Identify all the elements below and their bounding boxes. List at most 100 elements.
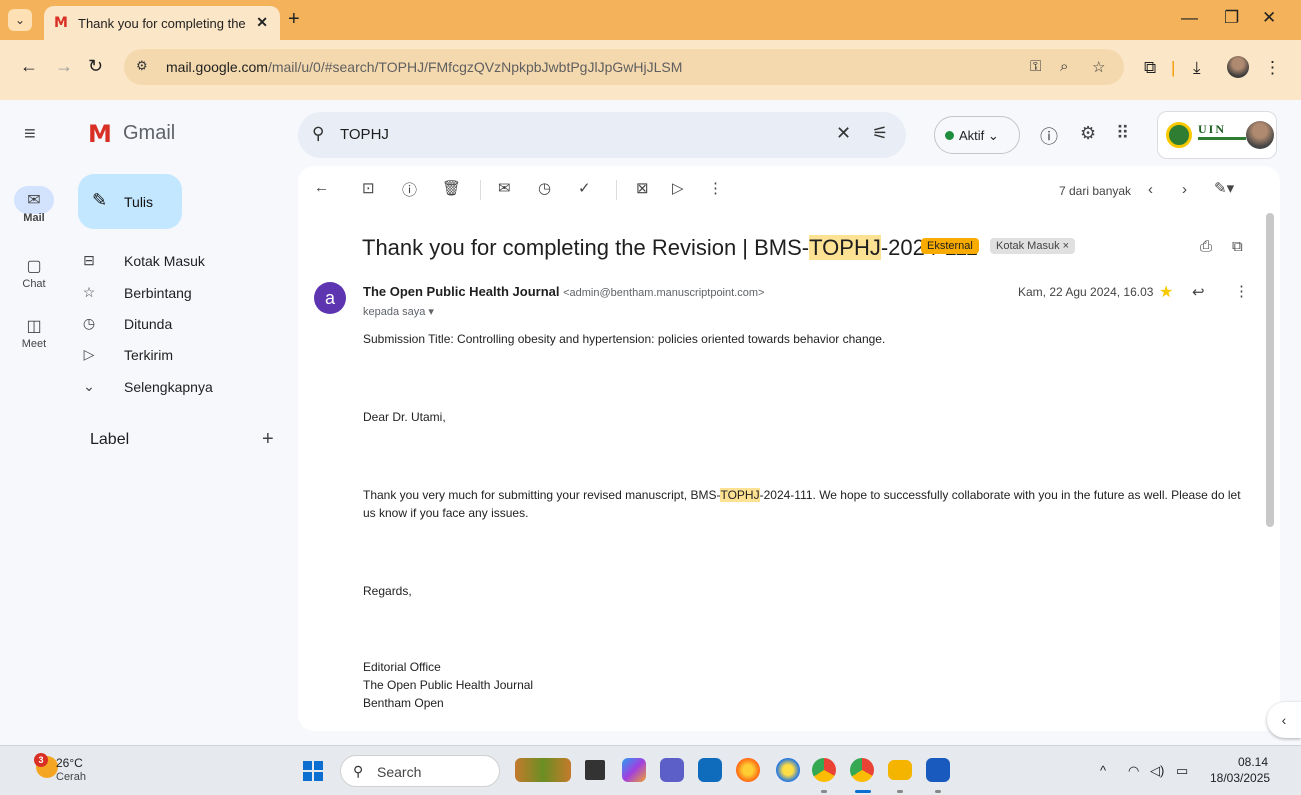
zoom-icon[interactable]: ⌕ bbox=[1060, 58, 1068, 75]
taskbar-search[interactable]: ⚲ Search bbox=[340, 755, 500, 787]
apps-grid-icon[interactable]: ⠿ bbox=[1116, 123, 1129, 144]
search-options-icon[interactable]: ⚟ bbox=[872, 123, 888, 144]
teams-icon[interactable] bbox=[660, 758, 684, 782]
newer-icon[interactable]: ‹ bbox=[1148, 181, 1153, 198]
browser-toolbar: ← → ↻ ⚙ mail.google.com/mail/u/0/#search… bbox=[0, 40, 1301, 100]
reply-icon[interactable]: ↩ bbox=[1192, 283, 1205, 301]
tray-overflow-icon[interactable]: ^ bbox=[1100, 763, 1106, 778]
input-tools-icon[interactable]: ✎▾ bbox=[1214, 179, 1234, 197]
rail-mail[interactable]: ✉ Mail bbox=[12, 190, 56, 224]
gmail-logo-icon[interactable]: M bbox=[88, 120, 112, 148]
nav-item-label: Berbintang bbox=[124, 285, 192, 301]
rail-meet-label: Meet bbox=[21, 338, 47, 350]
print-icon[interactable]: ⎙ bbox=[1200, 238, 1212, 255]
uin-logo-text: UIN bbox=[1198, 122, 1227, 136]
more-actions-icon[interactable]: ⋮ bbox=[708, 179, 723, 197]
battery-icon[interactable]: ▭ bbox=[1176, 763, 1188, 779]
tab-close-icon[interactable]: ✕ bbox=[256, 14, 268, 31]
forward-icon[interactable]: → bbox=[55, 56, 73, 77]
scrollbar-thumb[interactable] bbox=[1266, 213, 1274, 527]
task-view-icon[interactable] bbox=[585, 760, 605, 780]
rail-meet[interactable]: ◫ Meet bbox=[12, 316, 56, 350]
search-input[interactable]: TOPHJ bbox=[340, 126, 389, 143]
message-date: Kam, 22 Agu 2024, 16.03 bbox=[1018, 285, 1154, 299]
back-icon[interactable]: ← bbox=[20, 56, 38, 77]
url-text[interactable]: mail.google.com/mail/u/0/#search/TOPHJ/F… bbox=[166, 59, 682, 75]
starred-icon[interactable]: ★ bbox=[1159, 282, 1173, 302]
reload-icon[interactable]: ↻ bbox=[88, 56, 103, 77]
clock-time[interactable]: 08.14 bbox=[1238, 755, 1268, 769]
search-bar[interactable]: ⚲ TOPHJ ✕ ⚟ bbox=[298, 112, 906, 158]
copilot-icon[interactable] bbox=[622, 758, 646, 782]
uin-logo-icon bbox=[1166, 122, 1192, 148]
clock-date[interactable]: 18/03/2025 bbox=[1210, 771, 1270, 785]
chrome-icon[interactable] bbox=[812, 758, 836, 782]
close-window-icon[interactable]: ✕ bbox=[1262, 8, 1276, 28]
compose-button[interactable]: ✎ Tulis bbox=[78, 174, 182, 229]
body-greeting: Dear Dr. Utami, bbox=[363, 410, 446, 424]
report-spam-icon[interactable]: ⓘ bbox=[402, 179, 417, 200]
file-explorer-icon[interactable] bbox=[888, 760, 912, 780]
address-bar[interactable]: ⚙ mail.google.com/mail/u/0/#search/TOPHJ… bbox=[124, 49, 1124, 85]
nav-item-label: Kotak Masuk bbox=[124, 253, 205, 269]
account-switcher[interactable]: UIN bbox=[1157, 111, 1277, 159]
side-panel-toggle-icon[interactable]: ‹ bbox=[1267, 702, 1301, 738]
wifi-icon[interactable]: ◠ bbox=[1128, 763, 1139, 779]
firefox-icon[interactable] bbox=[736, 758, 760, 782]
delete-icon[interactable]: 🗑 bbox=[442, 179, 461, 197]
back-to-search-icon[interactable]: ← bbox=[314, 179, 329, 196]
browser-tab[interactable]: M Thank you for completing the R ✕ bbox=[44, 6, 280, 40]
download-icon[interactable]: ⤓ bbox=[1193, 58, 1201, 78]
recipient-details[interactable]: kepada saya ▾ bbox=[363, 305, 434, 318]
signature-line-2: The Open Public Health Journal bbox=[363, 678, 534, 692]
settings-gear-icon[interactable]: ⚙ bbox=[1080, 123, 1096, 144]
restore-icon[interactable]: ❐ bbox=[1224, 8, 1239, 28]
add-task-icon[interactable]: ✓ bbox=[578, 179, 591, 197]
status-selector[interactable]: Aktif ⌄ bbox=[934, 116, 1020, 154]
widgets-icon[interactable] bbox=[515, 758, 571, 782]
search-icon[interactable]: ⚲ bbox=[312, 124, 324, 144]
inbox-label-chip[interactable]: Kotak Masuk × bbox=[990, 238, 1076, 254]
main-menu-icon[interactable]: ≡ bbox=[24, 123, 36, 146]
add-label-icon[interactable]: + bbox=[262, 428, 274, 451]
new-tab-button[interactable]: + bbox=[288, 8, 300, 31]
snooze-icon[interactable]: ◷ bbox=[538, 179, 551, 197]
clear-search-icon[interactable]: ✕ bbox=[836, 123, 851, 144]
weather-badge: 3 bbox=[34, 753, 48, 767]
inbox-icon: ⊟ bbox=[83, 252, 95, 268]
pencil-icon: ✎ bbox=[92, 190, 108, 210]
mark-unread-icon[interactable]: ✉ bbox=[498, 179, 511, 197]
weather-temperature[interactable]: 26°C bbox=[56, 756, 83, 770]
bookmark-star-icon[interactable]: ☆ bbox=[1092, 58, 1105, 76]
tab-search-button[interactable]: ⌄ bbox=[8, 9, 32, 31]
gmail-favicon-icon: M bbox=[54, 15, 68, 31]
rail-chat[interactable]: ▢ Chat bbox=[12, 256, 56, 290]
profile-avatar[interactable] bbox=[1227, 56, 1249, 78]
running-indicator bbox=[821, 790, 827, 793]
volume-icon[interactable]: ◁) bbox=[1150, 763, 1164, 779]
site-info-icon[interactable]: ⚙ bbox=[136, 58, 148, 74]
open-new-window-icon[interactable]: ⧉ bbox=[1232, 238, 1243, 255]
word-icon[interactable] bbox=[926, 758, 950, 782]
weather-description[interactable]: Cerah bbox=[56, 771, 86, 783]
chrome-canary-icon[interactable] bbox=[776, 758, 800, 782]
sender-name[interactable]: The Open Public Health Journal <admin@be… bbox=[363, 284, 764, 299]
chrome-menu-icon[interactable]: ⋮ bbox=[1264, 58, 1281, 78]
chrome-profile-icon[interactable] bbox=[850, 758, 874, 782]
label-icon[interactable]: ▷ bbox=[672, 179, 684, 197]
help-icon[interactable]: ⓘ bbox=[1040, 123, 1058, 149]
archive-icon[interactable]: ⊡ bbox=[362, 179, 375, 197]
move-to-icon[interactable]: ⊠ bbox=[636, 179, 649, 197]
older-icon[interactable]: › bbox=[1182, 181, 1187, 198]
windows-start-icon[interactable] bbox=[303, 761, 323, 781]
outlook-icon[interactable] bbox=[698, 758, 722, 782]
message-more-icon[interactable]: ⋮ bbox=[1234, 282, 1249, 300]
minimize-icon[interactable]: — bbox=[1181, 8, 1198, 28]
external-badge: Eksternal bbox=[921, 238, 979, 254]
clock-icon: ◷ bbox=[82, 315, 96, 331]
extensions-icon[interactable]: ⧉ bbox=[1144, 58, 1156, 78]
password-key-icon[interactable]: ⚿ bbox=[1030, 58, 1041, 75]
account-avatar[interactable] bbox=[1246, 121, 1274, 149]
sender-avatar[interactable]: a bbox=[314, 282, 346, 314]
gmail-logo-text[interactable]: Gmail bbox=[123, 122, 175, 145]
